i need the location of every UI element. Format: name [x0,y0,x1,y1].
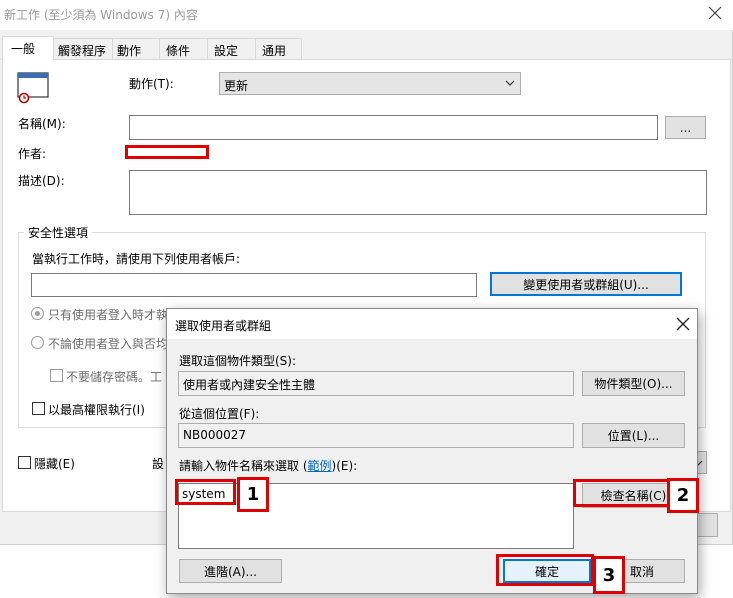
tab-label: 條件 [166,44,191,58]
radio-any-label: 不論使用者登入與否均 [48,337,169,351]
no-store-password-label: 不要儲存密碼。工 [66,370,163,384]
hidden-checkbox[interactable] [18,456,31,469]
close-icon[interactable] [704,2,726,24]
tab-label: 一般 [11,42,36,56]
name-label: 名稱(M): [18,117,66,131]
author-highlight [125,145,209,159]
location-label: 從這個位置(F): [179,407,260,421]
description-label: 描述(D): [18,174,65,188]
no-store-password-checkbox[interactable] [50,369,63,382]
tab-settings[interactable]: 設定 [208,38,256,60]
locations-button[interactable]: 位置(L)... [582,423,685,448]
highest-privileges-checkbox[interactable] [32,402,45,415]
change-user-button[interactable]: 變更使用者或群組(U)... [490,272,682,296]
close-icon[interactable] [672,313,694,335]
select-user-dialog: 選取使用者或群組 選取這個物件類型(S): 使用者或內建安全性主體 物件類型(O… [166,308,698,594]
dialog-title: 選取使用者或群組 [175,319,272,333]
tab-label: 設定 [214,44,239,58]
tab-label: 動作 [117,44,142,58]
location-field: NB000027 [178,423,574,448]
chevron-down-icon [504,77,516,89]
tab-actions[interactable]: 動作 [113,38,160,60]
radio-logged-on-label: 只有使用者登入時才執 [48,308,169,322]
radio-any[interactable] [31,336,44,349]
run-as-text: 當執行工作時，請使用下列使用者帳戶: [32,252,241,266]
highest-privileges-label: 以最高權限執行(I) [48,403,145,417]
tab-general2[interactable]: 通用 [256,38,302,60]
highlight-ok-button [496,554,594,586]
security-legend: 安全性選項 [24,224,93,241]
object-type-field: 使用者或內建安全性主體 [178,371,574,396]
action-select[interactable]: 更新 [219,72,521,95]
author-label: 作者: [18,147,47,161]
tab-strip: 一般 觸發程序 動作 條件 設定 通用 [0,36,733,61]
radio-dot [35,311,40,316]
tab-conditions[interactable]: 條件 [160,38,208,60]
examples-link[interactable]: 範例 [308,459,332,473]
description-textarea[interactable] [129,170,707,215]
step-2-badge: 2 [667,478,699,513]
enter-names-suffix: )(E): [331,459,358,473]
user-account-input[interactable] [31,273,477,297]
highlight-object-name [175,479,236,505]
hidden-label: 隱藏(E) [34,457,75,471]
task-window-icon [17,72,51,104]
config-label: 設 [152,457,165,471]
action-label: 動作(T): [129,77,174,91]
dialog-title-bar: 選取使用者或群組 [167,309,697,339]
tab-label: 通用 [262,44,287,58]
tab-general[interactable]: 一般 [2,36,54,61]
tab-triggers[interactable]: 觸發程序 [54,38,113,60]
advanced-button[interactable]: 進階(A)... [179,559,282,583]
step-1-badge: 1 [237,477,269,512]
title-bar: 新工作 (至少須為 Windows 7) 內容 [0,0,733,30]
bottom-button-edge[interactable] [697,513,718,537]
radio-logged-on[interactable] [31,307,44,320]
object-type-label: 選取這個物件類型(S): [179,354,297,368]
name-input[interactable] [129,115,658,140]
object-types-button[interactable]: 物件類型(O)... [582,371,685,396]
action-select-value: 更新 [224,79,249,93]
enter-names-text: 請輸入物件名稱來選取 ( [179,459,308,473]
highlight-check-names [573,479,673,507]
browse-button[interactable]: ... [665,116,706,139]
enter-names-label: 請輸入物件名稱來選取 (範例)(E): [179,457,357,474]
tab-label: 觸發程序 [58,44,107,58]
window-title: 新工作 (至少須為 Windows 7) 內容 [4,8,198,22]
step-3-badge: 3 [593,556,625,594]
